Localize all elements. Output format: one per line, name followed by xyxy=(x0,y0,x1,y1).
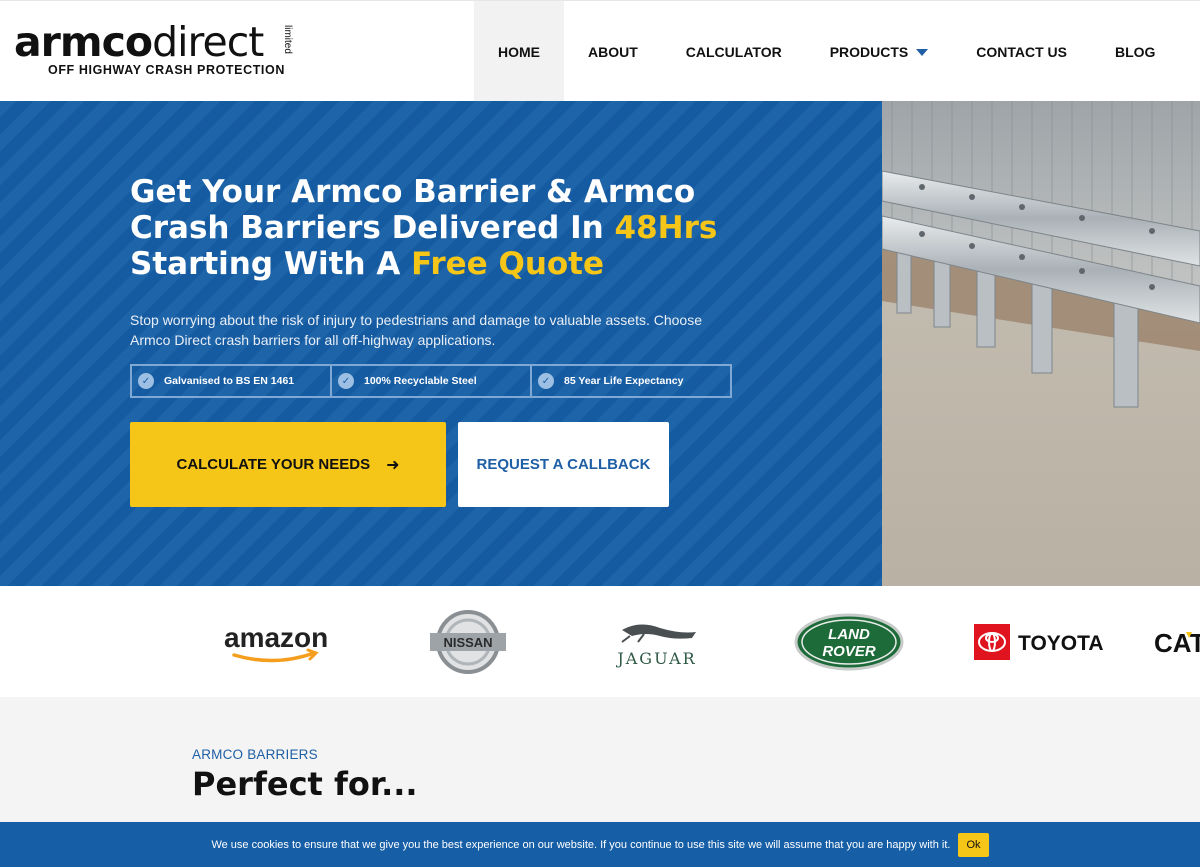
svg-text:NISSAN: NISSAN xyxy=(443,635,492,650)
hero-title-line3: Starting With A xyxy=(130,246,412,282)
cookie-ok-button[interactable]: Ok xyxy=(958,832,989,857)
nissan-logo-mark: NISSAN xyxy=(429,609,506,674)
main-nav: HOME ABOUT CALCULATOR PRODUCTS CONTACT U… xyxy=(474,1,1179,102)
hero-title: Get Your Armco Barrier & Armco Crash Bar… xyxy=(130,174,780,282)
svg-text:LAND: LAND xyxy=(828,626,870,643)
caret-down-icon xyxy=(916,49,929,56)
cat-logo: CAT xyxy=(1152,586,1200,697)
logo-limited: limited xyxy=(282,25,293,54)
nav-item-blog[interactable]: BLOG xyxy=(1091,1,1179,102)
hero-title-line1: Get Your Armco Barrier & Armco xyxy=(130,174,696,210)
site-header: armcodirect limited OFF HIGHWAY CRASH PR… xyxy=(0,0,1200,102)
perfect-for-section: ARMCO BARRIERS Perfect for... xyxy=(0,697,1200,822)
calculate-needs-label: CALCULATE YOUR NEEDS xyxy=(176,456,371,473)
armco-barrier-photo xyxy=(882,101,1200,586)
nav-item-home[interactable]: HOME xyxy=(474,1,564,102)
nav-item-contact[interactable]: CONTACT US xyxy=(952,1,1091,102)
toyota-logo-mark: TOYOTA xyxy=(974,623,1104,660)
hero-image-barrier xyxy=(882,101,1200,586)
hero-title-highlight-48hrs: 48Hrs xyxy=(614,210,718,246)
nav-item-products[interactable]: PRODUCTS xyxy=(806,1,953,102)
check-icon: ✓ xyxy=(338,373,354,389)
land-rover-logo: LAND ROVER xyxy=(793,586,905,697)
jaguar-logo-mark: JAGUAR xyxy=(615,623,696,668)
amazon-logo-mark: amazon xyxy=(224,622,328,662)
feature-badge: ✓ 100% Recyclable Steel xyxy=(332,366,532,396)
amazon-logo: amazon xyxy=(220,586,335,697)
cat-logo-mark: CAT xyxy=(1154,628,1200,658)
feature-badge-label: 85 Year Life Expectancy xyxy=(564,375,684,387)
land-rover-logo-mark: LAND ROVER xyxy=(794,613,904,670)
logo-tagline: OFF HIGHWAY CRASH PROTECTION xyxy=(48,63,285,77)
svg-text:amazon: amazon xyxy=(224,622,328,653)
section-title: Perfect for... xyxy=(192,765,418,803)
logo-wordmark: armcodirect xyxy=(14,18,264,66)
jaguar-logo: JAGUAR xyxy=(610,586,705,697)
nav-item-products-label: PRODUCTS xyxy=(829,43,909,60)
request-callback-button[interactable]: REQUEST A CALLBACK xyxy=(458,422,669,507)
svg-text:CAT: CAT xyxy=(1154,628,1200,658)
calculate-needs-button[interactable]: CALCULATE YOUR NEEDS ➜ xyxy=(130,422,446,507)
svg-text:TOYOTA: TOYOTA xyxy=(1018,632,1104,655)
feature-badge-label: 100% Recyclable Steel xyxy=(364,375,477,387)
check-icon: ✓ xyxy=(538,373,554,389)
hero-title-highlight-free-quote: Free Quote xyxy=(411,246,605,282)
feature-badge-label: Galvanised to BS EN 1461 xyxy=(164,375,295,387)
hero-section: Get Your Armco Barrier & Armco Crash Bar… xyxy=(0,101,1200,586)
feature-badges: ✓ Galvanised to BS EN 1461 ✓ 100% Recycl… xyxy=(130,364,732,398)
nav-item-about[interactable]: ABOUT xyxy=(564,1,662,102)
hero-title-line2: Crash Barriers Delivered In xyxy=(130,210,615,246)
nissan-logo: NISSAN xyxy=(425,586,510,697)
svg-text:JAGUAR: JAGUAR xyxy=(615,649,696,668)
toyota-logo: TOYOTA xyxy=(970,586,1110,697)
cookie-message: We use cookies to ensure that we give yo… xyxy=(211,838,951,851)
nav-item-calculator[interactable]: CALCULATOR xyxy=(662,1,806,102)
client-logos-strip: amazon NISSAN JAGUAR LAND ROVER TOYOTA C… xyxy=(0,586,1200,697)
hero-panel: Get Your Armco Barrier & Armco Crash Bar… xyxy=(0,101,882,586)
hero-description: Stop worrying about the risk of injury t… xyxy=(130,312,702,348)
arrow-right-icon: ➜ xyxy=(386,456,400,474)
svg-text:ROVER: ROVER xyxy=(822,643,876,660)
section-kicker: ARMCO BARRIERS xyxy=(192,747,318,762)
feature-badge: ✓ Galvanised to BS EN 1461 xyxy=(132,366,332,396)
feature-badge: ✓ 85 Year Life Expectancy xyxy=(532,366,730,396)
check-icon: ✓ xyxy=(138,373,154,389)
armco-direct-logo[interactable]: armcodirect limited OFF HIGHWAY CRASH PR… xyxy=(14,19,314,83)
cookie-bar: We use cookies to ensure that we give yo… xyxy=(0,822,1200,867)
